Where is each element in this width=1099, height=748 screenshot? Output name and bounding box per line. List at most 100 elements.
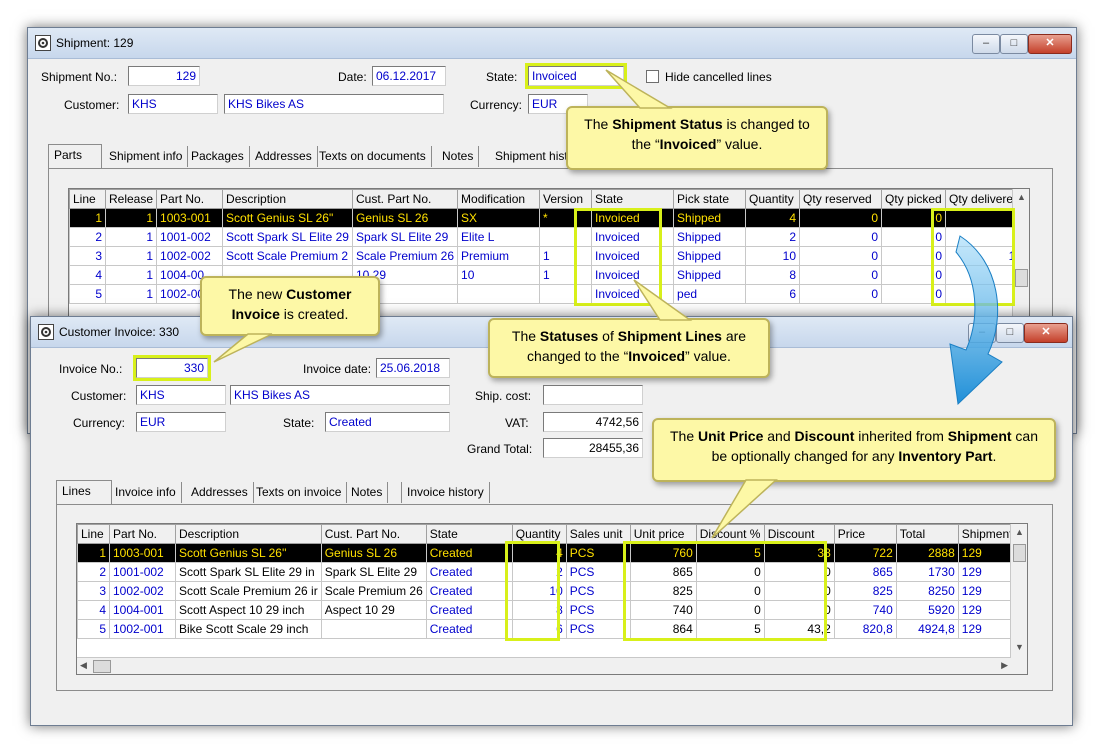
- tab-packages[interactable]: Packages: [186, 146, 250, 167]
- table-cell[interactable]: Scott Spark SL Elite 29: [222, 227, 353, 247]
- tab-invoice-history[interactable]: Invoice history: [401, 482, 490, 503]
- table-cell[interactable]: 3: [77, 581, 110, 601]
- close-button[interactable]: ✕: [1024, 323, 1068, 343]
- shipment-no-field[interactable]: 129: [128, 66, 200, 86]
- currency-field[interactable]: EUR: [136, 412, 226, 432]
- tab-shipment-info[interactable]: Shipment info: [104, 146, 189, 167]
- col-header[interactable]: Part No.: [156, 189, 224, 209]
- col-header[interactable]: Price: [833, 524, 897, 544]
- table-cell[interactable]: 1002-001: [109, 619, 176, 639]
- scroll-thumb[interactable]: [1015, 269, 1028, 287]
- table-cell[interactable]: 4: [745, 208, 801, 228]
- scroll-thumb[interactable]: [1013, 544, 1026, 562]
- table-cell[interactable]: 4: [77, 600, 110, 620]
- table-cell[interactable]: 1: [69, 208, 106, 228]
- state-field[interactable]: Created: [325, 412, 450, 432]
- table-cell[interactable]: 0: [799, 265, 883, 285]
- table-cell[interactable]: 1001-002: [109, 562, 176, 582]
- table-row[interactable]: 2 1 1001-002 Scott Spark SL Elite 29 Spark S…: [69, 227, 1027, 247]
- tab-addresses[interactable]: Addresses: [250, 146, 318, 167]
- table-cell[interactable]: 1003-001: [156, 208, 224, 228]
- table-cell[interactable]: 1002-002: [109, 581, 176, 601]
- grand-total-field[interactable]: 28455,36: [543, 438, 643, 458]
- invoice-date-field[interactable]: 25.06.2018: [376, 358, 450, 378]
- table-cell[interactable]: 865: [833, 562, 897, 582]
- col-header[interactable]: Release: [104, 189, 158, 209]
- minimize-button[interactable]: –: [968, 323, 996, 343]
- table-cell[interactable]: 1: [104, 284, 158, 304]
- tab-invoice-info[interactable]: Invoice info: [110, 482, 182, 503]
- col-header[interactable]: Qty picked: [881, 189, 947, 209]
- col-header[interactable]: Description: [175, 524, 322, 544]
- table-cell[interactable]: 740: [833, 600, 897, 620]
- table-cell[interactable]: Genius SL 26: [320, 543, 427, 563]
- col-header[interactable]: Cust. Part No.: [351, 189, 459, 209]
- date-field[interactable]: 06.12.2017: [372, 66, 446, 86]
- table-cell[interactable]: [457, 284, 541, 304]
- table-cell[interactable]: Bike Scott Scale 29 inch: [175, 619, 322, 639]
- table-cell[interactable]: 5: [77, 619, 110, 639]
- col-header[interactable]: Cust. Part No.: [320, 524, 427, 544]
- table-cell[interactable]: Created: [425, 562, 513, 582]
- table-row[interactable]: 3 1 1002-002 Scott Scale Premium 2 Scale Pre…: [69, 246, 1027, 266]
- table-cell[interactable]: PCS: [565, 562, 631, 582]
- tab-lines[interactable]: Lines: [56, 480, 112, 505]
- maximize-button[interactable]: □: [996, 323, 1024, 343]
- shipment-titlebar[interactable]: Shipment: 129 – □ ✕: [28, 28, 1076, 59]
- hide-cancelled-checkbox[interactable]: [646, 70, 659, 83]
- scroll-left-arrow-icon[interactable]: ◀: [80, 660, 87, 671]
- customer-name-field[interactable]: KHS Bikes AS: [224, 94, 444, 114]
- col-header[interactable]: Sales unit: [565, 524, 631, 544]
- col-header[interactable]: Quantity: [745, 189, 801, 209]
- customer-code-field[interactable]: KHS: [136, 385, 226, 405]
- table-cell[interactable]: 5920: [895, 600, 959, 620]
- table-cell[interactable]: Scott Genius SL 26'': [175, 543, 322, 563]
- table-cell[interactable]: PCS: [565, 619, 631, 639]
- table-cell[interactable]: Created: [425, 600, 513, 620]
- table-cell[interactable]: 8250: [895, 581, 959, 601]
- table-cell[interactable]: 3: [69, 246, 106, 266]
- col-header[interactable]: Part No.: [109, 524, 176, 544]
- tab-notes[interactable]: Notes: [346, 482, 389, 503]
- table-cell[interactable]: 0: [799, 246, 883, 266]
- col-header[interactable]: Version: [539, 189, 593, 209]
- table-cell[interactable]: Shipped: [673, 265, 747, 285]
- table-cell[interactable]: Scale Premium 26: [320, 581, 427, 601]
- ship-cost-field[interactable]: [543, 385, 643, 405]
- table-cell[interactable]: 1: [104, 208, 158, 228]
- table-cell[interactable]: 10: [745, 246, 801, 266]
- table-cell[interactable]: Scott Spark SL Elite 29 in: [175, 562, 322, 582]
- scroll-thumb[interactable]: [93, 660, 111, 673]
- invoice-horizontal-scrollbar[interactable]: ◀ ▶: [77, 657, 1011, 674]
- table-cell[interactable]: Created: [425, 619, 513, 639]
- table-cell[interactable]: 0: [799, 227, 883, 247]
- table-cell[interactable]: Shipped: [673, 208, 747, 228]
- table-cell[interactable]: Aspect 10 29: [320, 600, 427, 620]
- table-cell[interactable]: 2: [77, 562, 110, 582]
- table-cell[interactable]: 1004-001: [109, 600, 176, 620]
- table-cell[interactable]: [320, 619, 427, 639]
- vat-field[interactable]: 4742,56: [543, 412, 643, 432]
- table-row[interactable]: 1 1 1003-001 Scott Genius SL 26" Genius SL 2…: [69, 208, 1027, 228]
- table-cell[interactable]: Scott Scale Premium 26 ir: [175, 581, 322, 601]
- table-cell[interactable]: 722: [833, 543, 897, 563]
- table-cell[interactable]: Spark SL Elite 29: [320, 562, 427, 582]
- tab-shipment-history[interactable]: Shipment hist: [490, 146, 573, 167]
- tab-notes[interactable]: Notes: [437, 146, 480, 167]
- col-header[interactable]: Pick state: [673, 189, 747, 209]
- table-cell[interactable]: PCS: [565, 543, 631, 563]
- tab-texts-on-invoice[interactable]: Texts on invoice: [251, 482, 348, 503]
- col-header[interactable]: Line: [69, 189, 106, 209]
- table-cell[interactable]: 1: [104, 227, 158, 247]
- table-cell[interactable]: 10: [457, 265, 541, 285]
- col-header[interactable]: Line: [77, 524, 110, 544]
- table-cell[interactable]: Shipped: [673, 227, 747, 247]
- table-cell[interactable]: Scott Genius SL 26": [222, 208, 353, 228]
- table-cell[interactable]: 1001-002: [156, 227, 224, 247]
- table-cell[interactable]: 4: [69, 265, 106, 285]
- scroll-up-arrow-icon[interactable]: ▲: [1017, 192, 1026, 202]
- table-cell[interactable]: Scale Premium 26: [351, 246, 459, 266]
- table-cell[interactable]: 1: [77, 543, 110, 563]
- table-cell[interactable]: SX: [457, 208, 541, 228]
- maximize-button[interactable]: □: [1000, 34, 1028, 54]
